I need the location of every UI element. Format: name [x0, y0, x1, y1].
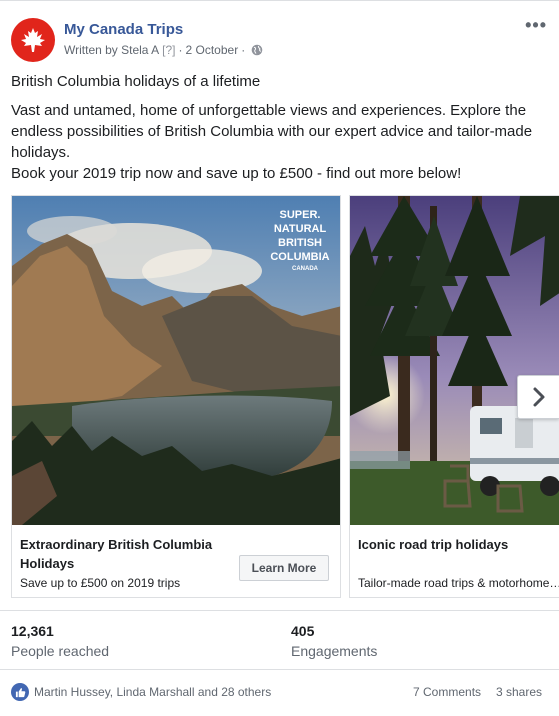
svg-text:CANADA: CANADA — [292, 266, 319, 272]
reactors-list[interactable]: Martin Hussey, Linda Marshall and 28 oth… — [34, 685, 271, 699]
card-subtitle: Tailor-made road trips & motorhome holid… — [358, 576, 559, 590]
post-card: My Canada Trips Written by Stela A [?] ·… — [0, 0, 559, 716]
post-body: Vast and untamed, home of unforgettable … — [11, 100, 547, 184]
divider — [0, 610, 559, 611]
engagements-label: Engagements — [291, 643, 378, 659]
chevron-right-icon — [533, 387, 544, 407]
post-date[interactable]: 2 October — [186, 43, 239, 57]
card-title[interactable]: Iconic road trip holidays — [358, 535, 508, 554]
comments-count-link[interactable]: 7 Comments — [413, 685, 481, 699]
svg-text:BRITISH: BRITISH — [278, 237, 322, 249]
card-image-mountain-lake[interactable]: SUPER. NATURAL BRITISH COLUMBIA CANADA — [12, 196, 340, 525]
divider — [0, 669, 559, 670]
ad-carousel: SUPER. NATURAL BRITISH COLUMBIA CANADA E… — [11, 195, 559, 598]
globe-icon[interactable] — [251, 44, 263, 56]
card-image-motorhome-forest[interactable] — [350, 196, 559, 525]
learn-more-button[interactable]: Learn More — [239, 555, 329, 581]
author-text[interactable]: Written by Stela A — [64, 43, 159, 57]
card-title[interactable]: Extraordinary British Columbia Holidays — [20, 535, 230, 573]
page-avatar[interactable] — [11, 18, 55, 62]
people-reached-label: People reached — [11, 643, 110, 659]
carousel-next-button[interactable] — [517, 375, 559, 419]
meta-separator-2: · — [241, 43, 246, 57]
page-name-link[interactable]: My Canada Trips — [64, 21, 183, 38]
more-options-icon: ••• — [525, 15, 547, 35]
post-body-paragraph-2: Book your 2019 trip now and save up to £… — [11, 165, 462, 182]
like-reaction-icon[interactable] — [11, 683, 29, 701]
svg-text:NATURAL: NATURAL — [274, 223, 327, 235]
card-subtitle: Save up to £500 on 2019 trips — [20, 576, 181, 590]
svg-text:COLUMBIA: COLUMBIA — [270, 251, 329, 263]
meta-separator: · — [178, 43, 183, 57]
more-options-button[interactable]: ••• — [525, 15, 547, 36]
info-marker[interactable]: [?] — [162, 43, 175, 57]
engagements-value: 405 — [291, 623, 315, 639]
post-headline: British Columbia holidays of a lifetime — [11, 73, 261, 90]
svg-text:SUPER.: SUPER. — [280, 209, 321, 221]
shares-count-link[interactable]: 3 shares — [496, 685, 542, 699]
post-body-paragraph-1: Vast and untamed, home of unforgettable … — [11, 102, 533, 161]
people-reached-value: 12,361 — [11, 623, 54, 639]
maple-leaf-icon — [21, 28, 45, 52]
carousel-card-bc-holidays[interactable]: SUPER. NATURAL BRITISH COLUMBIA CANADA E… — [11, 195, 341, 598]
post-meta: Written by Stela A [?] · 2 October · — [64, 43, 263, 57]
